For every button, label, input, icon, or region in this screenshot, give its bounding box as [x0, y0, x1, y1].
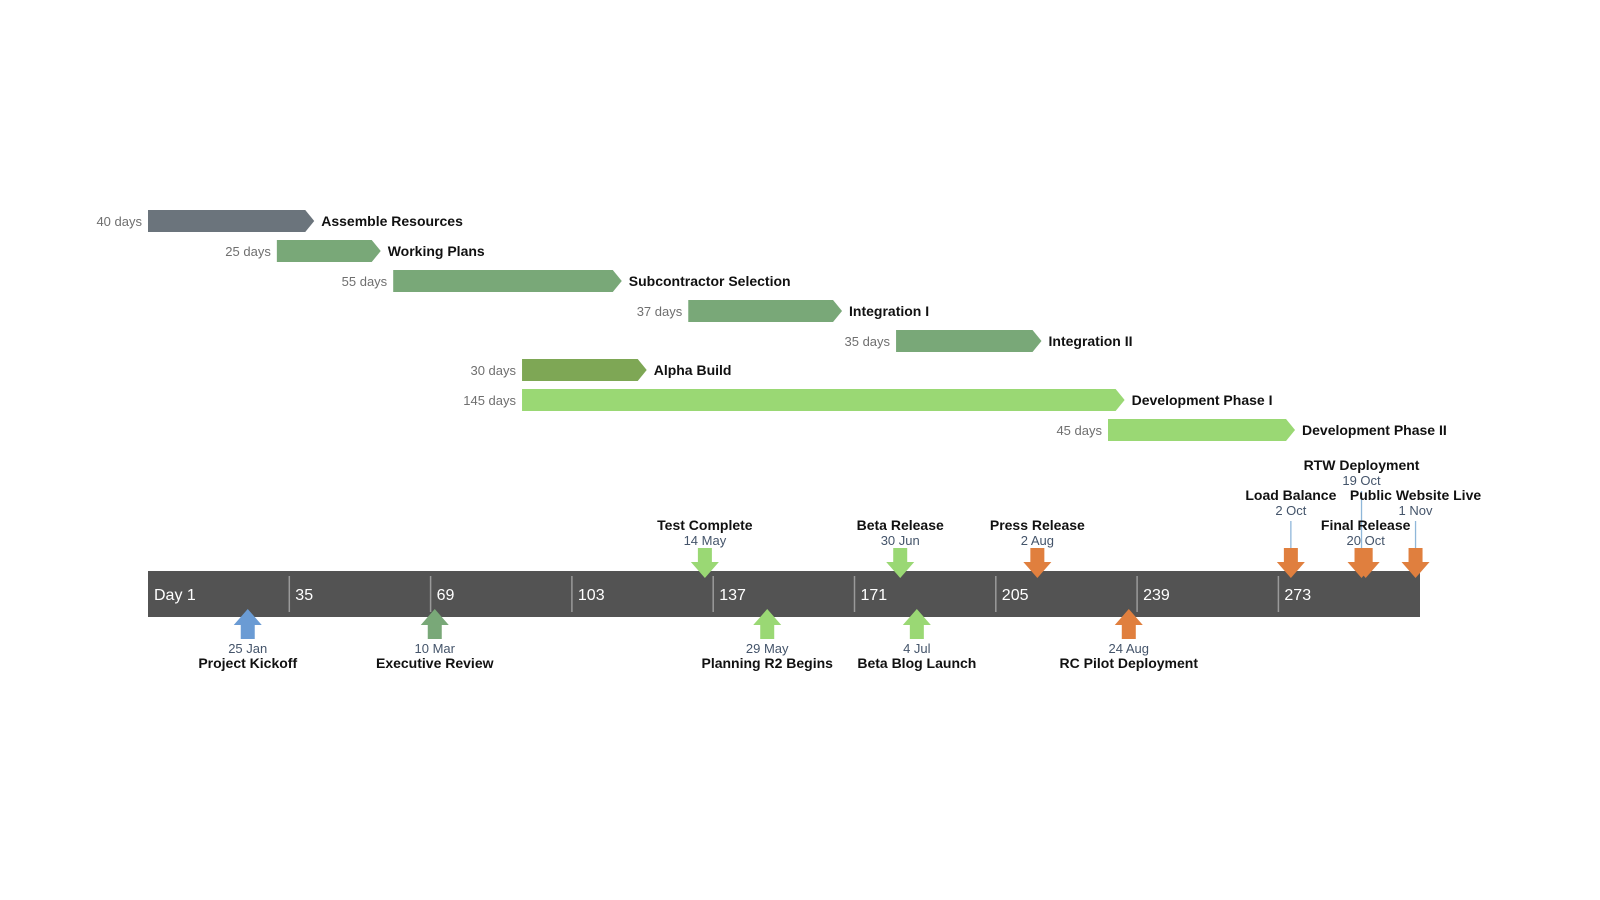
milestone-name: Planning R2 Begins — [701, 655, 833, 671]
milestone-name: Public Website Live — [1350, 487, 1481, 503]
milestone-date: 10 Mar — [415, 641, 456, 656]
task-name-label: Alpha Build — [654, 362, 732, 378]
tick-label: 35 — [295, 587, 313, 604]
tick-label: 239 — [1143, 587, 1170, 604]
milestone-name: Project Kickoff — [198, 655, 297, 671]
milestone-name: RTW Deployment — [1304, 457, 1420, 473]
tick-label: 205 — [1002, 587, 1029, 604]
milestone[interactable]: Beta Release30 Jun — [857, 517, 944, 578]
task-duration-label: 40 days — [96, 214, 142, 229]
milestone-date: 2 Oct — [1275, 503, 1306, 518]
milestone-date: 20 Oct — [1347, 533, 1386, 548]
tick-label: 137 — [719, 587, 746, 604]
milestone-date: 2 Aug — [1021, 533, 1054, 548]
milestone[interactable]: Test Complete14 May — [657, 517, 753, 578]
task-bar[interactable] — [688, 300, 843, 322]
task-bar[interactable] — [522, 389, 1125, 411]
timeline-bar — [148, 571, 1420, 617]
task-row: 40 days Assemble Resources — [96, 210, 463, 232]
milestone-date: 24 Aug — [1109, 641, 1150, 656]
milestone-name: Executive Review — [376, 655, 494, 671]
tasks-layer: 40 days Assemble Resources 25 days Working … — [96, 210, 1447, 441]
milestones-layer: 25 JanProject Kickoff 10 MarExecutive Rev… — [198, 457, 1481, 671]
task-duration-label: 45 days — [1056, 423, 1102, 438]
tick-label: 171 — [861, 587, 888, 604]
milestone-date: 19 Oct — [1342, 473, 1381, 488]
task-row: 30 days Alpha Build — [470, 359, 731, 381]
milestone[interactable]: 25 JanProject Kickoff — [198, 609, 297, 671]
milestone-date: 29 May — [746, 641, 789, 656]
milestone[interactable]: Final Release20 Oct — [1321, 517, 1411, 578]
gantt-chart: 40 days Assemble Resources 25 days Working … — [96, 210, 1481, 671]
milestone-name: Beta Blog Launch — [857, 655, 976, 671]
task-bar[interactable] — [393, 270, 622, 292]
milestone-date: 4 Jul — [903, 641, 931, 656]
task-row: 35 days Integration II — [845, 330, 1133, 352]
tick-label: 103 — [578, 587, 605, 604]
milestone-name: RC Pilot Deployment — [1060, 655, 1199, 671]
timeline-axis: Day 1 35 69 103 137 171 205 239 273 — [148, 571, 1420, 617]
task-row: 25 days Working Plans — [225, 240, 485, 262]
task-bar[interactable] — [1108, 419, 1296, 441]
task-bar[interactable] — [148, 210, 315, 232]
milestone-date: 14 May — [684, 533, 727, 548]
milestone[interactable]: 4 JulBeta Blog Launch — [857, 609, 976, 671]
task-duration-label: 25 days — [225, 244, 271, 259]
milestone[interactable]: 29 MayPlanning R2 Begins — [701, 609, 833, 671]
milestone-name: Load Balance — [1245, 487, 1336, 503]
milestone[interactable]: 10 MarExecutive Review — [376, 609, 494, 671]
milestone-name: Beta Release — [857, 517, 944, 533]
tick-label: 69 — [437, 587, 455, 604]
milestone-name: Press Release — [990, 517, 1085, 533]
milestone-name: Final Release — [1321, 517, 1411, 533]
task-duration-label: 30 days — [470, 363, 516, 378]
task-row: 145 days Development Phase I — [463, 389, 1272, 411]
milestone-date: 30 Jun — [881, 533, 920, 548]
task-name-label: Integration I — [849, 303, 929, 319]
task-row: 45 days Development Phase II — [1056, 419, 1447, 441]
task-row: 55 days Subcontractor Selection — [342, 270, 791, 292]
task-bar[interactable] — [896, 330, 1042, 352]
milestone[interactable]: Press Release2 Aug — [990, 517, 1085, 578]
task-name-label: Working Plans — [388, 243, 485, 259]
task-duration-label: 55 days — [342, 274, 388, 289]
task-name-label: Subcontractor Selection — [629, 273, 791, 289]
task-name-label: Development Phase II — [1302, 422, 1447, 438]
milestone-date: 1 Nov — [1399, 503, 1433, 518]
task-bar[interactable] — [276, 240, 381, 262]
task-duration-label: 35 days — [845, 334, 891, 349]
task-name-label: Integration II — [1049, 333, 1133, 349]
task-duration-label: 37 days — [637, 304, 683, 319]
milestone[interactable]: 24 AugRC Pilot Deployment — [1060, 609, 1199, 671]
task-name-label: Assemble Resources — [321, 213, 463, 229]
task-duration-label: 145 days — [463, 393, 516, 408]
task-bar[interactable] — [522, 359, 647, 381]
task-name-label: Development Phase I — [1132, 392, 1273, 408]
tick-label: Day 1 — [154, 587, 196, 604]
milestone-name: Test Complete — [657, 517, 753, 533]
milestone-date: 25 Jan — [228, 641, 267, 656]
tick-label: 273 — [1284, 587, 1311, 604]
task-row: 37 days Integration I — [637, 300, 929, 322]
